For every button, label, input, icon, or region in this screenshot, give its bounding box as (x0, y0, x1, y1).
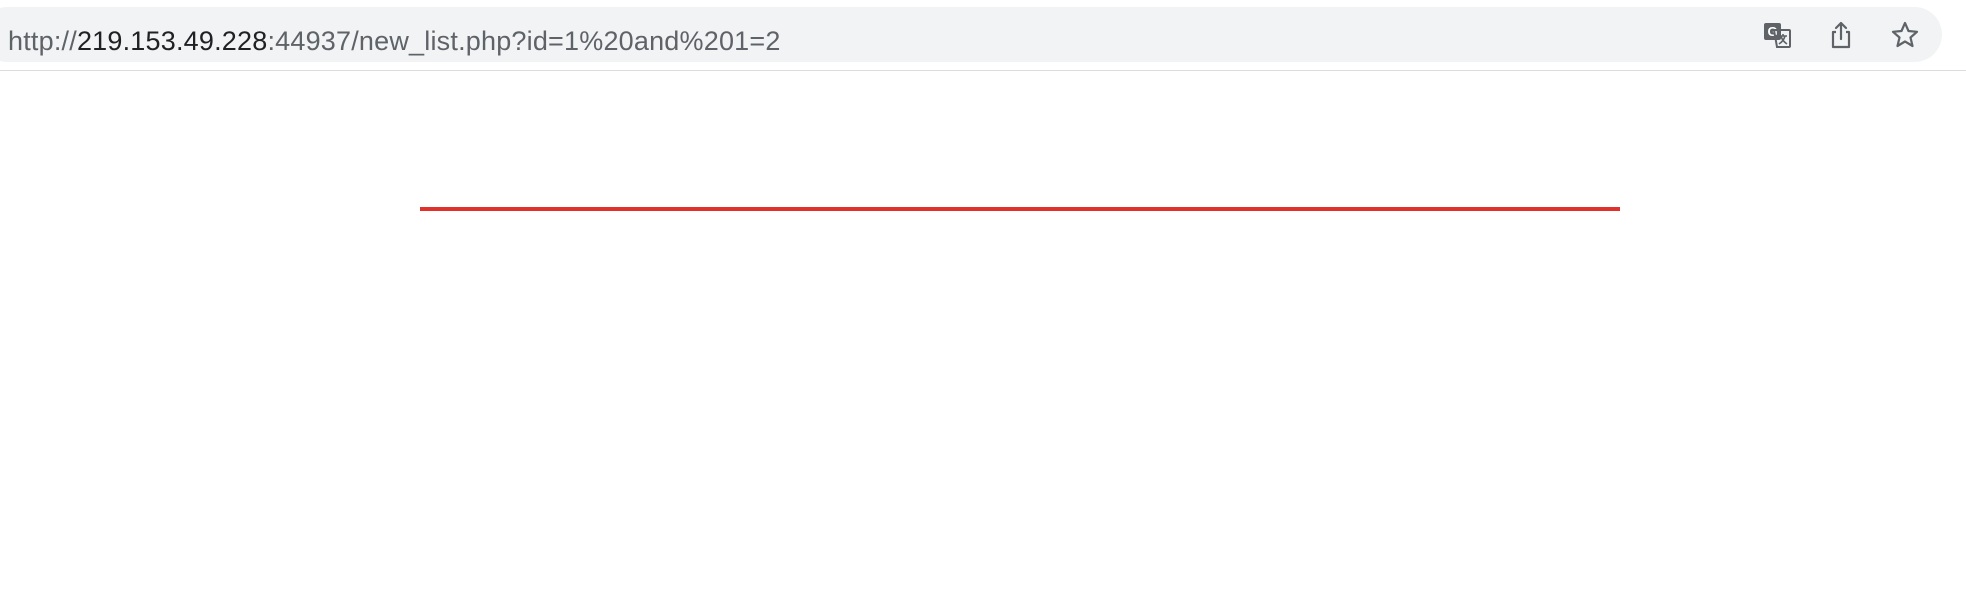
star-icon[interactable] (1886, 16, 1924, 54)
address-bar[interactable]: http://219.153.49.228:44937/new_list.php… (0, 7, 1942, 62)
url-path: :44937/new_list.php?id=1%20and%201=2 (267, 26, 781, 56)
page-content (0, 71, 1966, 602)
url-scheme: http:// (8, 26, 77, 56)
url-host: 219.153.49.228 (76, 26, 268, 56)
horizontal-rule (420, 207, 1620, 211)
share-icon[interactable] (1822, 16, 1860, 54)
url-text[interactable]: http://219.153.49.228:44937/new_list.php… (8, 24, 781, 58)
translate-icon[interactable]: G (1758, 16, 1796, 54)
browser-toolbar: http://219.153.49.228:44937/new_list.php… (0, 0, 1966, 71)
